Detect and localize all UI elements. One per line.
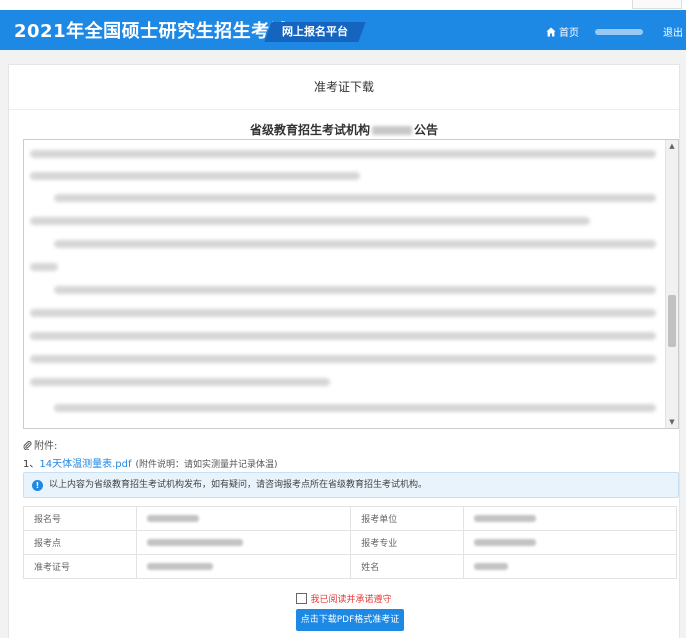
value-name: [462, 554, 678, 579]
redacted-value: [146, 538, 243, 546]
browser-strip-box: [632, 0, 682, 9]
blurred-text-line: [30, 263, 58, 271]
label-exam-site: 报考点: [23, 530, 137, 555]
value-registration-no: [135, 506, 352, 531]
attachment-label-text: 附件:: [34, 441, 58, 452]
value-applied-major: [462, 530, 678, 555]
platform-badge-label: 网上报名平台: [282, 25, 348, 38]
table-row: 报名号 报考单位: [23, 506, 678, 531]
scroll-up-icon[interactable]: ▲: [666, 140, 678, 152]
table-row: 报考点 报考专业: [23, 530, 678, 555]
attachment-link[interactable]: 14天体温测量表.pdf: [39, 459, 131, 470]
site-title: 2021年全国硕士研究生招生考试: [14, 21, 289, 42]
agree-checkbox[interactable]: [296, 593, 308, 604]
blurred-text-line: [30, 217, 590, 225]
blurred-text-line: [54, 286, 656, 294]
home-link[interactable]: 首页: [546, 24, 579, 39]
redacted-value: [473, 562, 508, 570]
blurred-text-line: [30, 378, 330, 386]
value-exam-site: [135, 530, 352, 555]
announcement-title: 省级教育招生考试机构 公告: [9, 121, 679, 138]
label-applied-unit: 报考单位: [350, 506, 464, 531]
notice-text: 以上内容为省级教育招生考试机构发布，如有疑问，请咨询报考点所在省级教育招生考试机…: [49, 480, 428, 490]
blurred-text-line: [30, 172, 360, 180]
blurred-text-line: [30, 355, 656, 363]
redacted-value: [146, 562, 213, 570]
blurred-text-line: [30, 150, 656, 158]
announcement-title-left: 省级教育招生考试机构: [249, 123, 370, 137]
blurred-text-line: [54, 194, 656, 202]
paperclip-icon: [23, 441, 32, 451]
download-ticket-button[interactable]: 点击下载PDF格式准考证: [296, 609, 404, 631]
label-ticket-no: 准考证号: [23, 554, 137, 579]
blurred-text-line: [30, 332, 656, 340]
blurred-text-line: [30, 309, 656, 317]
platform-badge: 网上报名平台: [264, 22, 366, 42]
blurred-text-line: [54, 404, 656, 412]
attachment-index: 1、: [23, 459, 40, 470]
browser-strip: [0, 0, 686, 10]
candidate-info-table: 报名号 报考单位 报考点 报考专业 准考证号 姓名: [23, 506, 678, 579]
scroll-thumb[interactable]: [668, 295, 676, 347]
announcement-content-box[interactable]: ▲ ▼: [23, 139, 679, 429]
home-label: 首页: [559, 28, 579, 39]
info-icon: !: [32, 480, 43, 491]
attachment-note: (附件说明：请如实测量并记录体温): [135, 460, 278, 470]
redacted-value: [473, 514, 536, 522]
agree-row: 我已阅读并承诺遵守: [9, 592, 679, 605]
blurred-text-line: [54, 240, 656, 248]
table-row: 准考证号 姓名: [23, 554, 678, 579]
value-ticket-no: [135, 554, 352, 579]
redacted-value: [473, 538, 536, 546]
announcement-title-right: 公告: [414, 123, 439, 137]
home-icon: [546, 27, 556, 37]
redacted-value: [146, 514, 199, 522]
value-applied-unit: [462, 506, 678, 531]
attachment-item: 1、14天体温测量表.pdf (附件说明：请如实测量并记录体温): [23, 455, 278, 470]
label-registration-no: 报名号: [23, 506, 137, 531]
redacted-org-name: [372, 126, 412, 135]
agree-label[interactable]: 我已阅读并承诺遵守: [310, 595, 391, 605]
label-name: 姓名: [350, 554, 464, 579]
announcement-scrollbar[interactable]: ▲ ▼: [665, 140, 678, 428]
attachment-label: 附件:: [23, 437, 57, 452]
user-name-redacted: [595, 29, 643, 35]
info-notice: ! 以上内容为省级教育招生考试机构发布，如有疑问，请咨询报考点所在省级教育招生考试…: [23, 472, 679, 498]
scroll-down-icon[interactable]: ▼: [666, 416, 678, 428]
label-applied-major: 报考专业: [350, 530, 464, 555]
ticket-panel: 准考证下载 省级教育招生考试机构 公告 ▲ ▼ 附件: 1、14天体温测量表.pd…: [8, 64, 680, 638]
logout-link[interactable]: 退出: [663, 24, 683, 39]
top-header: 2021年全国硕士研究生招生考试 网上报名平台 首页 退出: [0, 10, 686, 50]
panel-heading: 准考证下载: [9, 65, 679, 110]
